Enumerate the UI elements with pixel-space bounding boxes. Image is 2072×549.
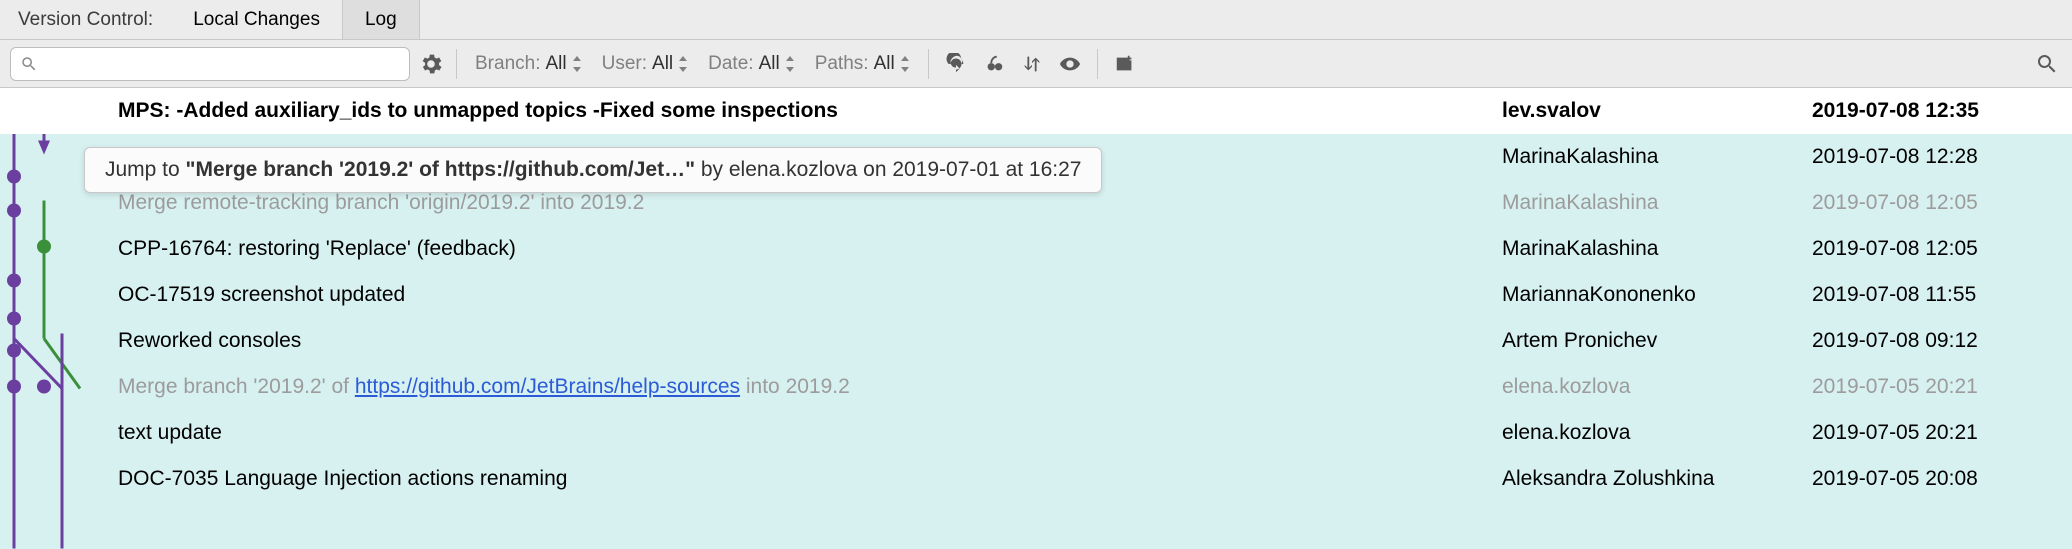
date-filter[interactable]: Date: All — [702, 53, 801, 75]
chevron-updown-icon — [785, 56, 795, 72]
paths-filter-value: All — [874, 53, 895, 75]
branch-filter-label: Branch: — [475, 53, 540, 75]
tab-bar: Version Control: Local Changes Log — [0, 0, 2072, 40]
sort-button[interactable] — [1017, 49, 1047, 79]
chevron-updown-icon — [678, 56, 688, 72]
commit-row[interactable]: text updateelena.kozlova2019-07-05 20:21 — [0, 410, 2072, 456]
commit-date: 2019-07-08 12:05 — [1812, 191, 2072, 215]
paths-filter-label: Paths: — [815, 53, 869, 75]
commit-message: text update — [118, 421, 1502, 445]
tab-log[interactable]: Log — [343, 0, 420, 39]
user-filter-value: All — [652, 53, 673, 75]
date-filter-value: All — [759, 53, 780, 75]
commit-message: Merge branch '2019.2' of https://github.… — [118, 375, 1502, 399]
new-tab-button[interactable] — [1110, 49, 1140, 79]
commit-date: 2019-07-05 20:08 — [1812, 467, 2072, 491]
log-filter-input[interactable] — [10, 47, 410, 81]
commit-date: 2019-07-08 12:28 — [1812, 145, 2072, 169]
commit-row[interactable]: CPP-16764: restoring 'Replace' (feedback… — [0, 226, 2072, 272]
commit-author: MarinaKalashina — [1502, 237, 1812, 261]
date-filter-label: Date: — [708, 53, 753, 75]
tooltip-suffix: by elena.kozlova on 2019-07-01 at 16:27 — [695, 158, 1081, 181]
find-button[interactable] — [2032, 49, 2062, 79]
branch-filter[interactable]: Branch: All — [469, 53, 588, 75]
commit-row[interactable]: DOC-7035 Language Injection actions rena… — [0, 456, 2072, 502]
commit-author: elena.kozlova — [1502, 421, 1812, 445]
commit-date: 2019-07-08 12:35 — [1812, 99, 2072, 123]
commit-date: 2019-07-08 09:12 — [1812, 329, 2072, 353]
commit-row[interactable]: Reworked consolesArtem Pronichev2019-07-… — [0, 318, 2072, 364]
branch-filter-value: All — [545, 53, 566, 75]
commit-message: DOC-7035 Language Injection actions rena… — [118, 467, 1502, 491]
jump-tooltip: Jump to "Merge branch '2019.2' of https:… — [84, 147, 1102, 193]
commit-row[interactable]: Merge branch '2019.2' of https://github.… — [0, 364, 2072, 410]
user-filter-label: User: — [602, 53, 647, 75]
search-icon — [20, 55, 38, 73]
gear-icon[interactable] — [418, 51, 444, 77]
commit-message: OC-17519 screenshot updated — [118, 283, 1502, 307]
commit-date: 2019-07-08 12:05 — [1812, 237, 2072, 261]
chevron-updown-icon — [572, 56, 582, 72]
tooltip-prefix: Jump to — [105, 158, 186, 181]
commit-author: Aleksandra Zolushkina — [1502, 467, 1812, 491]
panel-title: Version Control: — [0, 0, 171, 39]
commit-row[interactable]: MPS: -Added auxiliary_ids to unmapped to… — [0, 88, 2072, 134]
user-filter[interactable]: User: All — [596, 53, 695, 75]
commit-message: Merge remote-tracking branch 'origin/201… — [118, 191, 1502, 215]
commit-author: MarinaKalashina — [1502, 191, 1812, 215]
paths-filter[interactable]: Paths: All — [809, 53, 916, 75]
log-toolbar: Branch: All User: All Date: All Paths: A… — [0, 40, 2072, 88]
tab-local-changes[interactable]: Local Changes — [171, 0, 343, 39]
commit-date: 2019-07-08 11:55 — [1812, 283, 2072, 307]
commit-log: MPS: -Added auxiliary_ids to unmapped to… — [0, 88, 2072, 549]
commit-message: Reworked consoles — [118, 329, 1502, 353]
commit-author: elena.kozlova — [1502, 375, 1812, 399]
commit-link[interactable]: https://github.com/JetBrains/help-source… — [355, 375, 740, 398]
chevron-updown-icon — [900, 56, 910, 72]
commit-author: MarinaKalashina — [1502, 145, 1812, 169]
eye-button[interactable] — [1055, 49, 1085, 79]
commit-date: 2019-07-05 20:21 — [1812, 375, 2072, 399]
refresh-button[interactable] — [941, 49, 971, 79]
tooltip-target-commit: "Merge branch '2019.2' of https://github… — [186, 158, 695, 181]
commit-author: lev.svalov — [1502, 99, 1812, 123]
commit-message: MPS: -Added auxiliary_ids to unmapped to… — [118, 99, 1502, 123]
cherry-pick-button[interactable] — [979, 49, 1009, 79]
commit-author: Artem Pronichev — [1502, 329, 1812, 353]
commit-message: CPP-16764: restoring 'Replace' (feedback… — [118, 237, 1502, 261]
commit-date: 2019-07-05 20:21 — [1812, 421, 2072, 445]
commit-row[interactable]: OC-17519 screenshot updatedMariannaKonon… — [0, 272, 2072, 318]
commit-author: MariannaKononenko — [1502, 283, 1812, 307]
